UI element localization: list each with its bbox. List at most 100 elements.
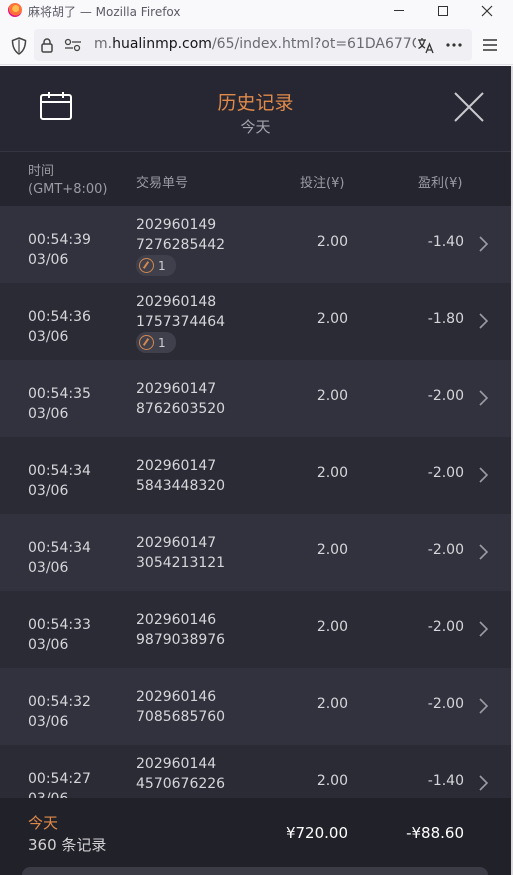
- more-horizontal-icon: [446, 43, 462, 47]
- row-date: 03/06: [28, 560, 69, 576]
- row-order-id-line1: 202960149: [136, 217, 217, 233]
- minimize-icon: [394, 10, 404, 11]
- row-bet: 2.00: [316, 696, 348, 712]
- row-time: 00:54:39: [28, 232, 91, 248]
- maximize-icon: [438, 5, 448, 16]
- row-time: 00:54:36: [28, 309, 91, 325]
- row-order-id-line1: 202960146: [136, 612, 217, 628]
- row-profit: -1.40: [427, 234, 464, 250]
- summary-footer: 今天 360 条记录 ¥720.00 -¥88.60: [0, 798, 511, 875]
- hamburger-menu-icon: [483, 39, 497, 51]
- row-order-id-cell: 202960147 5843448320: [136, 456, 225, 496]
- row-order-id-line2: 1757374464: [136, 314, 226, 330]
- row-order-id-line2: 7085685760: [136, 709, 226, 725]
- table-header: 时间 (GMT+8:00) 交易单号 投注(¥) 盈利(¥): [0, 153, 511, 205]
- url-prefix: m.: [94, 36, 113, 52]
- url-text[interactable]: m.hualinmp.com/65/index.html?ot=61DA677C…: [94, 36, 416, 52]
- row-bet: 2.00: [316, 465, 348, 481]
- table-row[interactable]: 00:54:34 03/06 202960147 5843448320 2.00 -…: [0, 437, 511, 514]
- summary-total-profit: -¥88.60: [406, 824, 464, 842]
- row-order-id-line1: 202960148: [136, 294, 217, 310]
- row-order-id-line2: 4570676226: [136, 776, 226, 792]
- summary-record-count: 360 条记录: [28, 836, 107, 854]
- row-order-id-line2: 3054213121: [136, 555, 226, 571]
- row-profit: -1.40: [427, 773, 464, 789]
- row-order-id-cell: 202960147 8762603520: [136, 379, 225, 419]
- badge-count: 1: [158, 258, 166, 273]
- row-time-cell: 00:54:34 03/06: [28, 538, 91, 578]
- close-window-button[interactable]: [465, 0, 509, 21]
- permissions-button[interactable]: [64, 37, 82, 53]
- shield-icon: [11, 37, 27, 55]
- row-date: 03/06: [28, 406, 69, 422]
- site-info-button[interactable]: [34, 29, 60, 61]
- row-profit: -2.00: [427, 696, 464, 712]
- free-spin-badge: 1: [136, 332, 176, 353]
- chevron-right-icon: [479, 313, 488, 329]
- row-bet: 2.00: [316, 311, 348, 327]
- translate-button[interactable]: [416, 36, 436, 54]
- row-profit: -2.00: [427, 388, 464, 404]
- tracking-protection-button[interactable]: [10, 37, 28, 55]
- row-time-cell: 00:54:35 03/06: [28, 384, 91, 424]
- translate-icon: [418, 37, 434, 53]
- row-time: 00:54:33: [28, 617, 91, 633]
- close-history-button[interactable]: [452, 90, 486, 124]
- column-order-id: 交易单号: [136, 176, 189, 191]
- app-menu-button[interactable]: [480, 36, 500, 54]
- row-date: 03/06: [28, 329, 69, 345]
- row-order-id-line2: 5843448320: [136, 478, 226, 494]
- row-bet: 2.00: [316, 388, 348, 404]
- table-row[interactable]: 00:54:34 03/06 202960147 3054213121 2.00 -…: [0, 514, 511, 591]
- table-row[interactable]: 00:54:36 03/06 202960148 1757374464 1 2.00…: [0, 283, 511, 360]
- row-profit: -2.00: [427, 619, 464, 635]
- row-order-id-cell: 202960144 4570676226: [136, 754, 225, 794]
- chevron-right-icon: [479, 698, 488, 714]
- firefox-logo-icon: [8, 3, 22, 17]
- table-row[interactable]: 00:54:35 03/06 202960147 8762603520 2.00 -…: [0, 360, 511, 437]
- chevron-right-icon: [479, 775, 488, 791]
- chevron-right-icon: [479, 621, 488, 637]
- chevron-right-icon: [479, 544, 488, 560]
- chevron-right-icon: [479, 236, 488, 252]
- row-time-cell: 00:54:36 03/06: [28, 307, 91, 347]
- row-time: 00:54:34: [28, 540, 91, 556]
- row-bet: 2.00: [316, 619, 348, 635]
- row-order-id-line1: 202960147: [136, 458, 217, 474]
- page-subtitle: 今天: [240, 118, 271, 136]
- row-order-id-line1: 202960147: [136, 381, 217, 397]
- row-time-cell: 00:54:39 03/06: [28, 230, 91, 270]
- row-bet: 2.00: [316, 773, 348, 789]
- row-date: 03/06: [28, 483, 69, 499]
- free-spin-badge: 1: [136, 255, 176, 276]
- row-bet: 2.00: [316, 234, 348, 250]
- row-date: 03/06: [28, 252, 69, 268]
- history-header: 历史记录 今天: [0, 66, 511, 152]
- browser-titlebar: 麻将胡了 — Mozilla Firefox: [0, 0, 513, 21]
- history-page: 历史记录 今天 时间 (GMT+8:00) 交易单号 投注(¥) 盈利(¥) 0…: [0, 66, 513, 875]
- row-order-id-cell: 202960148 1757374464 1: [136, 292, 225, 356]
- row-order-id-line1: 202960147: [136, 535, 217, 551]
- column-bet: 投注(¥): [300, 176, 345, 191]
- minimize-button[interactable]: [377, 0, 421, 21]
- maximize-button[interactable]: [421, 0, 465, 21]
- bottom-sheet-handle: [22, 867, 488, 875]
- page-actions-button[interactable]: [444, 36, 464, 54]
- column-time: 时间: [28, 164, 55, 179]
- row-profit: -2.00: [427, 542, 464, 558]
- row-time: 00:54:27: [28, 771, 91, 787]
- row-order-id-cell: 202960149 7276285442 1: [136, 215, 225, 279]
- row-profit: -1.80: [427, 311, 464, 327]
- row-time: 00:54:34: [28, 463, 91, 479]
- table-row[interactable]: 00:54:39 03/06 202960149 7276285442 1 2.00…: [0, 206, 511, 283]
- close-icon: [481, 5, 493, 16]
- lock-icon: [41, 38, 53, 53]
- table-row[interactable]: 00:54:33 03/06 202960146 9879038976 2.00 -…: [0, 591, 511, 668]
- chevron-right-icon: [479, 467, 488, 483]
- row-order-id-cell: 202960147 3054213121: [136, 533, 225, 573]
- coin-icon: [139, 335, 154, 350]
- table-row[interactable]: 00:54:32 03/06 202960146 7085685760 2.00 -…: [0, 668, 511, 745]
- row-order-id-cell: 202960146 9879038976: [136, 610, 225, 650]
- url-domain: hualinmp.com: [112, 36, 212, 52]
- row-bet: 2.00: [316, 542, 348, 558]
